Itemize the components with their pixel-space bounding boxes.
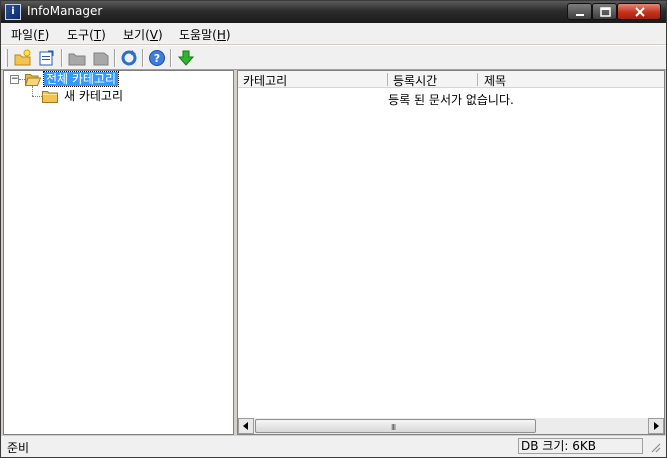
menu-bar: 파일(F) 도구(T) 보기(V) 도움말(H) — [1, 23, 666, 44]
download-button[interactable] — [177, 49, 195, 67]
folder-icon — [42, 91, 58, 103]
toolbar-separator — [142, 49, 144, 67]
toolbar: ? — [1, 45, 666, 70]
status-bar: 준비 DB 크기: 6KB — [1, 436, 666, 457]
horizontal-scrollbar[interactable]: III — [238, 418, 664, 434]
scroll-left-button[interactable] — [238, 418, 254, 434]
window-title: InfoManager — [27, 4, 103, 18]
maximize-button[interactable] — [592, 3, 617, 20]
scroll-thumb[interactable]: III — [255, 419, 536, 433]
menu-tools[interactable]: 도구(T) — [67, 26, 106, 43]
edit-category-button[interactable] — [38, 49, 56, 67]
close-icon — [635, 7, 645, 17]
title-bar[interactable]: i InfoManager — [1, 1, 666, 23]
open-folder-icon — [25, 74, 41, 86]
list-header: 카테고리 등록시간 제목 — [238, 71, 664, 88]
toolbar-grip[interactable] — [5, 49, 8, 67]
toolbar-separator — [170, 49, 172, 67]
column-divider[interactable] — [387, 73, 388, 86]
app-icon[interactable]: i — [5, 4, 21, 20]
help-button[interactable]: ? — [148, 49, 166, 67]
refresh-button[interactable] — [120, 49, 138, 67]
download-arrow-icon — [177, 50, 195, 66]
tree-connector — [32, 86, 33, 96]
help-icon: ? — [149, 50, 165, 66]
document-list[interactable]: 카테고리 등록시간 제목 등록 된 문서가 없습니다. III — [237, 70, 665, 435]
tree-connector — [32, 96, 42, 97]
disabled-delete-icon — [93, 52, 109, 66]
toolbar-separator — [114, 49, 116, 67]
disabled-delete-button[interactable] — [92, 49, 110, 67]
scroll-thumb-grip: III — [391, 423, 396, 432]
minimize-button[interactable] — [567, 3, 592, 20]
toolbar-separator — [61, 49, 63, 67]
column-header-title[interactable]: 제목 — [484, 72, 506, 89]
disabled-folder-button[interactable] — [68, 49, 86, 67]
edit-category-icon — [39, 50, 54, 66]
tree-item-new-category[interactable]: 새 카테고리 — [62, 89, 125, 103]
svg-text:?: ? — [154, 52, 160, 65]
maximize-icon — [600, 7, 611, 17]
new-category-icon — [14, 49, 31, 66]
status-text: 준비 — [7, 441, 30, 455]
empty-list-message: 등록 된 문서가 없습니다. — [388, 93, 514, 107]
close-button[interactable] — [617, 3, 661, 20]
arrow-right-icon — [654, 422, 659, 430]
arrow-left-icon — [243, 422, 248, 430]
menu-help[interactable]: 도움말(H) — [179, 26, 231, 43]
refresh-icon — [121, 50, 137, 66]
column-header-registered-time[interactable]: 등록시간 — [393, 72, 437, 89]
app-window: i InfoManager 파일(F) 도구(T) 보기(V) 도움말(H) ?… — [0, 0, 667, 458]
minimize-icon — [576, 14, 584, 16]
db-size-panel: DB 크기: 6KB — [518, 438, 643, 454]
scroll-right-button[interactable] — [648, 418, 664, 434]
resize-grip-icon[interactable] — [649, 441, 661, 453]
column-header-category[interactable]: 카테고리 — [243, 72, 287, 89]
new-category-button[interactable] — [14, 49, 32, 67]
category-tree[interactable]: − 전체 카테고리 새 카테고리 — [3, 70, 234, 435]
menu-file[interactable]: 파일(F) — [11, 26, 49, 43]
tree-item-all-categories[interactable]: 전체 카테고리 — [42, 71, 120, 87]
tree-collapse-toggle[interactable]: − — [10, 75, 19, 84]
menu-view[interactable]: 보기(V) — [123, 26, 163, 43]
column-divider[interactable] — [477, 73, 478, 86]
disabled-folder-icon — [68, 53, 86, 66]
